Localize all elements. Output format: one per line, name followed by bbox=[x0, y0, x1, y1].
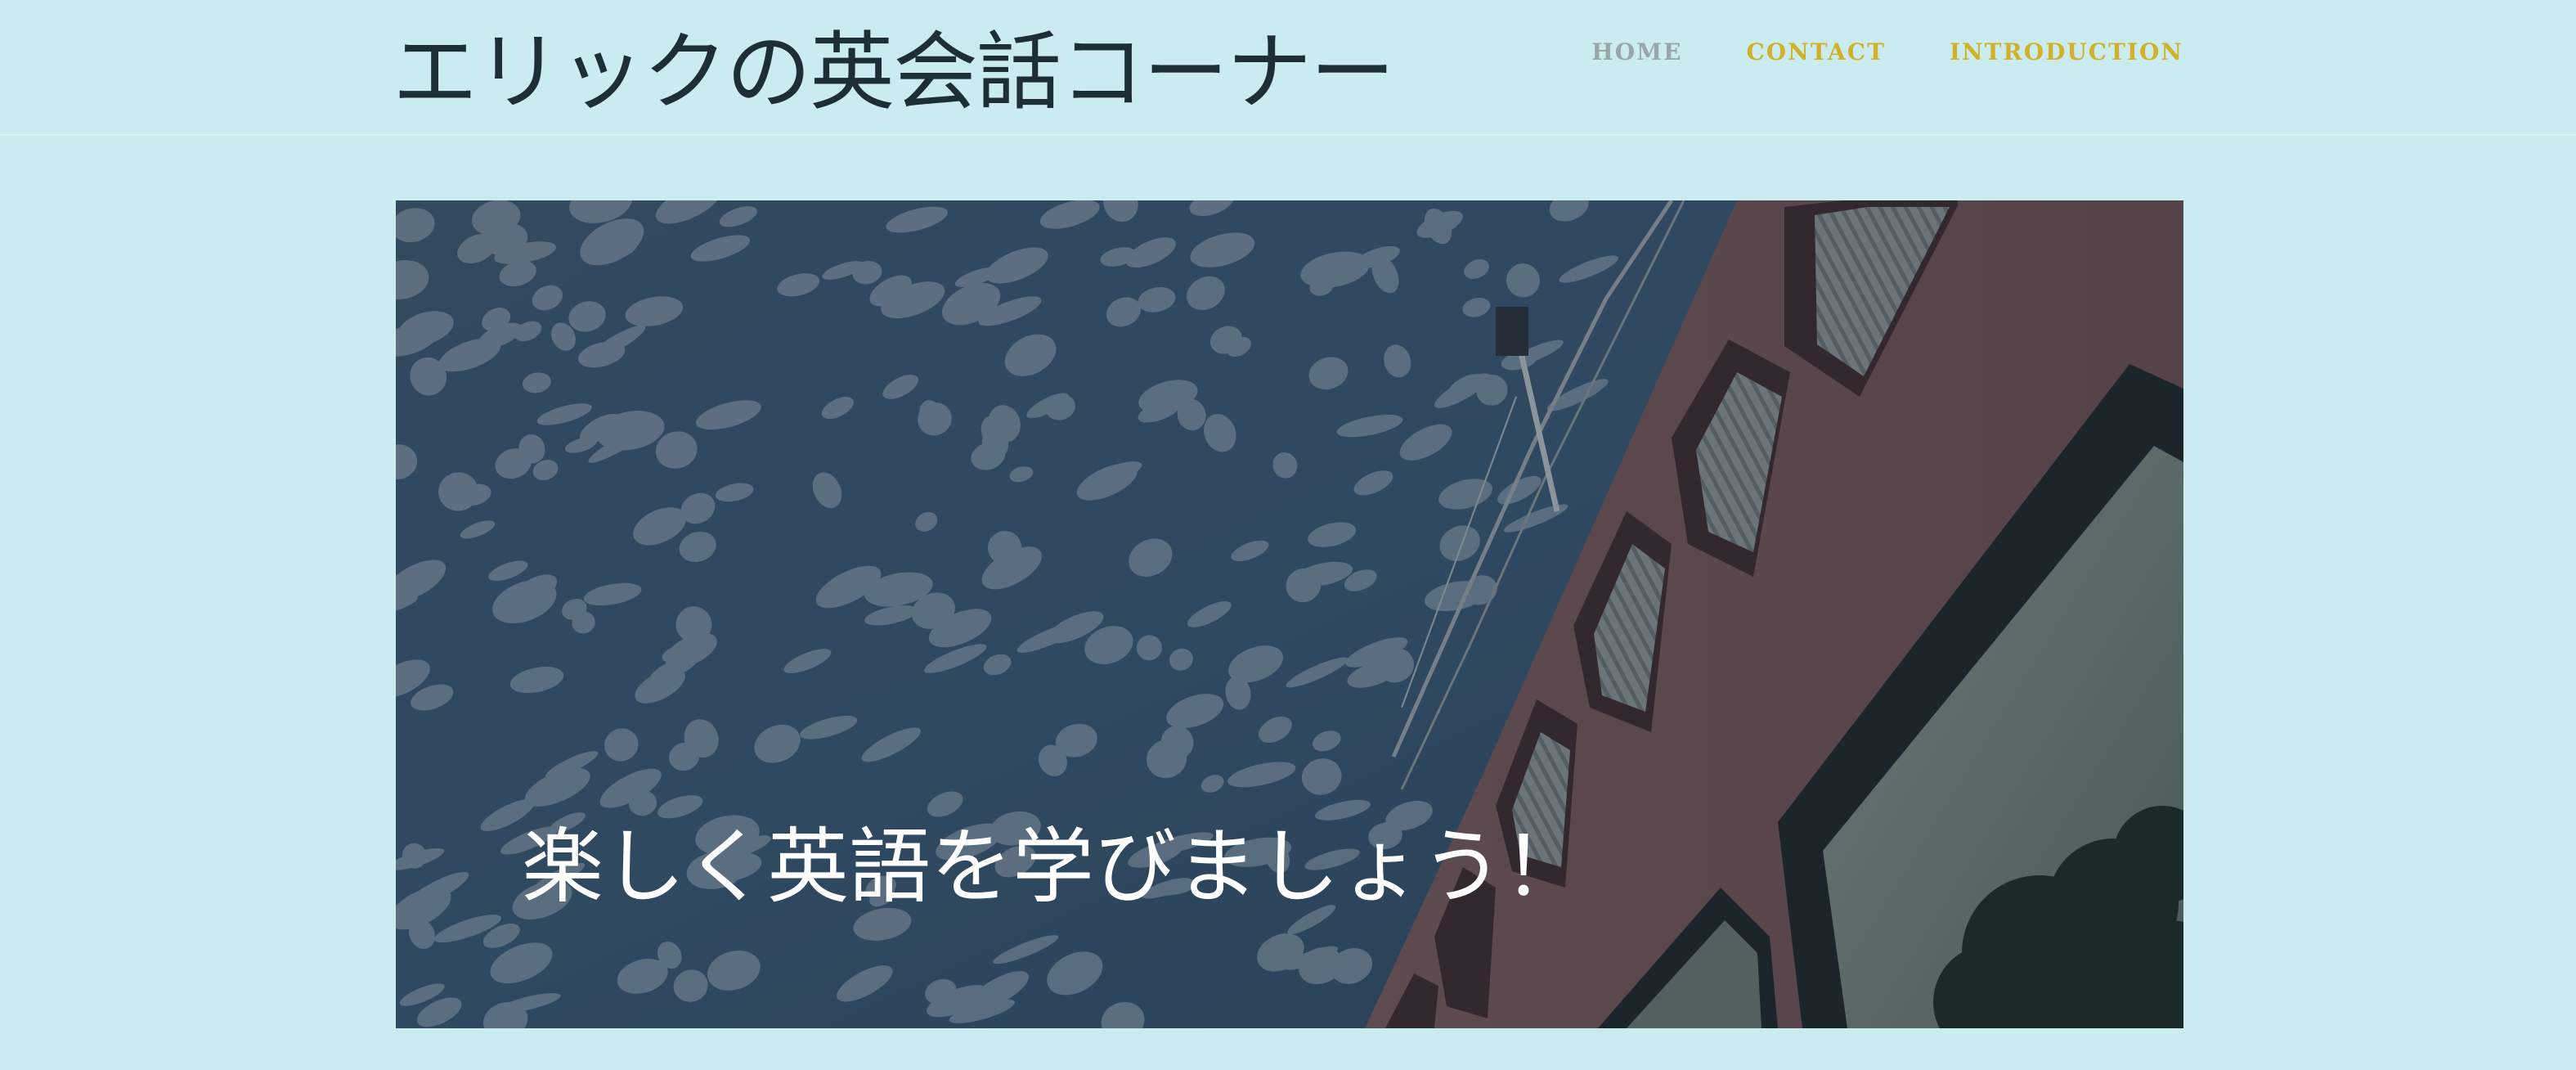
nav-introduction-link[interactable]: INTRODUCTION bbox=[1950, 36, 2183, 69]
site-title[interactable]: エリックの英会話コーナー bbox=[393, 15, 1395, 129]
main-nav: HOME CONTACT INTRODUCTION bbox=[1591, 36, 2183, 69]
hero-caption: 楽しく英語を学びましょう！ bbox=[522, 819, 1585, 915]
site-header: エリックの英会話コーナー HOME CONTACT INTRODUCTION bbox=[0, 0, 2576, 136]
hero-banner: 楽しく英語を学びましょう！ bbox=[396, 200, 2183, 1028]
nav-home-link[interactable]: HOME bbox=[1591, 36, 1682, 69]
nav-contact-link[interactable]: CONTACT bbox=[1746, 36, 1885, 69]
